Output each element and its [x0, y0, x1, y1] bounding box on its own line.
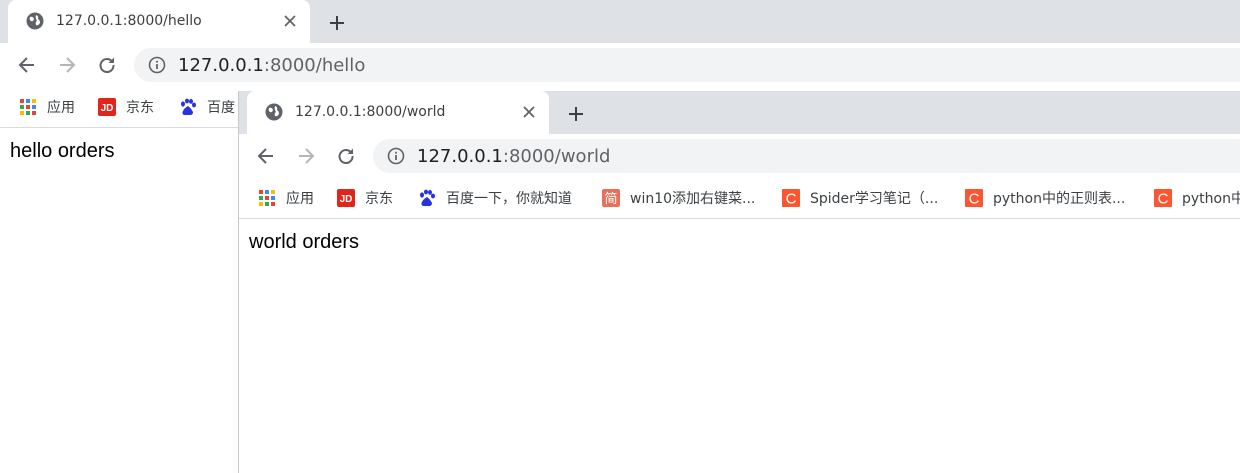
plus-icon: [330, 16, 344, 30]
svg-text:C: C: [786, 191, 797, 208]
plus-icon: [569, 107, 583, 121]
baidu-paw-icon: [181, 98, 196, 115]
url-host: 127.0.0.1: [178, 55, 264, 76]
bookmark-jd[interactable]: JD 京东: [337, 186, 393, 210]
jianshu-icon: 简: [602, 189, 620, 207]
new-tab-button[interactable]: [324, 10, 350, 36]
bookmark-label: win10添加右键菜...: [630, 191, 756, 207]
back-button[interactable]: [14, 52, 40, 78]
svg-text:JD: JD: [340, 194, 353, 205]
page-text: world orders: [249, 231, 360, 253]
tab-title: 127.0.0.1:8000/hello: [56, 13, 202, 29]
svg-text:简: 简: [604, 191, 617, 207]
close-tab-button[interactable]: [280, 11, 300, 31]
reload-icon: [99, 57, 115, 73]
bookmark-label: python中的正则表...: [993, 191, 1126, 207]
bookmark-label: python中: [1182, 191, 1240, 207]
close-tab-button[interactable]: [519, 102, 539, 122]
browser-window-world: 127.0.0.1:8000/world 127.0.0.1:8000/worl…: [238, 91, 1240, 473]
jd-icon: JD: [337, 189, 355, 207]
globe-icon: [265, 103, 283, 121]
navigation-toolbar: 127.0.0.1:8000/hello: [0, 43, 1240, 87]
bookmark-csdn-python[interactable]: C python中: [1154, 186, 1240, 210]
arrow-right-icon: [299, 148, 315, 164]
bookmark-label: 京东: [126, 100, 154, 116]
reload-button[interactable]: [333, 143, 359, 169]
reload-button[interactable]: [94, 52, 120, 78]
csdn-icon: C: [782, 189, 800, 207]
bookmark-jd[interactable]: JD 京东: [98, 95, 154, 119]
csdn-icon: C: [965, 189, 983, 207]
tab-strip: 127.0.0.1:8000/hello: [0, 0, 1240, 43]
reload-icon: [338, 148, 354, 164]
forward-button[interactable]: [54, 52, 80, 78]
bookmark-csdn-spider[interactable]: C Spider学习笔记（...: [782, 186, 938, 210]
new-tab-button[interactable]: [563, 101, 589, 127]
svg-text:JD: JD: [101, 103, 114, 114]
info-icon[interactable]: [148, 56, 166, 74]
apps-grid-icon: [20, 99, 36, 115]
bookmark-label: 百度一下，你就知道: [446, 191, 572, 207]
url-text[interactable]: 127.0.0.1:8000/hello: [178, 55, 365, 76]
close-icon: [284, 15, 296, 27]
tab-world[interactable]: 127.0.0.1:8000/world: [247, 91, 549, 134]
close-icon: [523, 106, 535, 118]
bookmark-label: Spider学习笔记（...: [810, 191, 939, 207]
tab-title: 127.0.0.1:8000/world: [295, 104, 446, 120]
address-bar[interactable]: 127.0.0.1:8000/world: [373, 139, 1240, 173]
url-text[interactable]: 127.0.0.1:8000/world: [417, 146, 610, 167]
navigation-toolbar: 127.0.0.1:8000/world: [239, 134, 1240, 178]
bookmark-csdn-regex[interactable]: C python中的正则表...: [965, 186, 1125, 210]
url-path: :8000/hello: [263, 55, 366, 76]
tab-hello[interactable]: 127.0.0.1:8000/hello: [8, 0, 310, 43]
bookmarks-bar: 应用 JD 京东 百度一下，你就知道 简 win10添加右键菜... C Spi…: [239, 178, 1240, 219]
bookmark-label: 应用: [47, 100, 75, 116]
forward-button[interactable]: [293, 143, 319, 169]
globe-icon: [26, 12, 44, 30]
page-text: hello orders: [10, 140, 115, 162]
arrow-left-icon: [18, 57, 34, 73]
bookmark-label: 百度: [207, 100, 235, 116]
bookmark-label: 应用: [286, 191, 314, 207]
url-host: 127.0.0.1: [417, 146, 503, 167]
jd-icon: JD: [98, 98, 116, 116]
bookmark-apps[interactable]: 应用: [258, 186, 314, 210]
baidu-paw-icon: [420, 189, 435, 206]
url-path: :8000/world: [502, 146, 611, 167]
svg-text:C: C: [969, 191, 980, 208]
apps-grid-icon: [259, 190, 275, 206]
bookmark-label: 京东: [365, 191, 393, 207]
info-icon[interactable]: [387, 147, 405, 165]
page-content: world orders: [239, 219, 1240, 473]
bookmark-baidu[interactable]: 百度一下，你就知道: [418, 186, 572, 210]
bookmark-apps[interactable]: 应用: [19, 95, 75, 119]
arrow-left-icon: [257, 148, 273, 164]
bookmark-jianshu[interactable]: 简 win10添加右键菜...: [602, 186, 755, 210]
csdn-icon: C: [1154, 189, 1172, 207]
bookmark-baidu[interactable]: 百度: [179, 95, 235, 119]
svg-text:C: C: [1158, 191, 1169, 208]
arrow-right-icon: [60, 57, 76, 73]
address-bar[interactable]: 127.0.0.1:8000/hello: [134, 48, 1240, 82]
tab-strip: 127.0.0.1:8000/world: [239, 91, 1240, 134]
back-button[interactable]: [253, 143, 279, 169]
